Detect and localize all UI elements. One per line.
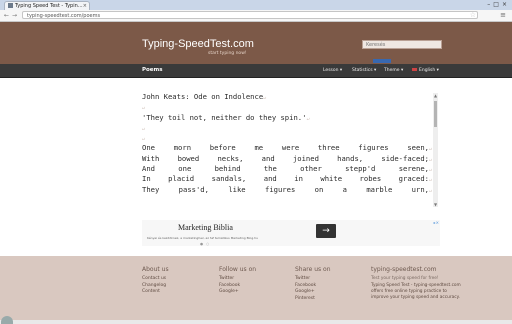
bookmark-star-icon[interactable]: ☆ bbox=[470, 11, 476, 20]
poem-line-text: In placid sandals, and in white robes gr… bbox=[142, 174, 429, 184]
site-header: Typing-SpeedTest.com start typing now! K… bbox=[0, 22, 512, 64]
forward-icon[interactable]: → bbox=[12, 11, 17, 20]
poem-line-text: 'They toil not, neither do they spin.' bbox=[142, 112, 307, 122]
favicon-icon bbox=[8, 3, 13, 8]
poem-line: One morn before me were three figures se… bbox=[142, 143, 432, 153]
footer-site-heading: typing-speedtest.com bbox=[371, 266, 437, 273]
poem-text-area[interactable]: John Keats: Ode on Indolence↵ ↵ 'They toil… bbox=[142, 92, 432, 206]
ad-title[interactable]: Marketing Biblia bbox=[178, 223, 233, 232]
settings-gear-icon[interactable] bbox=[1, 316, 13, 324]
scrollbar-thumb[interactable] bbox=[434, 101, 437, 127]
poem-line-text: With bowed necks, and joined hands, side… bbox=[142, 153, 429, 163]
tab-title: Typing Speed Test - Typin... bbox=[15, 3, 83, 9]
poem-line-text: John Keats: Ode on Indolence bbox=[142, 92, 264, 101]
poem-line: They pass'd, like figures on a marble ur… bbox=[142, 185, 432, 195]
poem-line: In placid sandals, and in white robes gr… bbox=[142, 174, 432, 184]
footer-about-heading: About us bbox=[142, 266, 169, 273]
ad-arrow-button[interactable]: → bbox=[316, 224, 336, 238]
site-footer: About us Contact us Changelog Content Fo… bbox=[0, 256, 512, 320]
footer-follow-heading: Follow us on bbox=[219, 266, 257, 273]
menu-language[interactable]: English ▾ bbox=[412, 64, 439, 77]
line-break-mark-icon: ↵ bbox=[142, 105, 146, 112]
main-navbar: Poems Lesson ▾ Statistics ▾ Theme ▾ Engl… bbox=[0, 64, 512, 78]
address-bar-row: ← → typing-speedtest.com/poems ☆ ≡ bbox=[0, 10, 512, 22]
menu-theme[interactable]: Theme ▾ bbox=[384, 64, 403, 77]
window-controls[interactable]: –□× bbox=[487, 1, 510, 8]
footer-site-description: Typing Speed Test - typing-speedtest.com… bbox=[371, 283, 461, 300]
poem-line: With bowed necks, and joined hands, side… bbox=[142, 154, 432, 164]
browser-menu-icon[interactable]: ≡ bbox=[500, 11, 506, 20]
browser-tab-bar: Typing Speed Test - Typin... × –□× bbox=[0, 0, 512, 11]
footer-follow: Follow us on Twitter Facebook Google+ bbox=[219, 266, 256, 296]
menu-statistics[interactable]: Statistics ▾ bbox=[352, 64, 376, 77]
poem-line: ↵ bbox=[142, 102, 432, 112]
ad-choices-icon[interactable]: ▸× bbox=[434, 220, 439, 225]
line-break-mark-icon: ↵ bbox=[428, 167, 432, 174]
main-content: John Keats: Ode on Indolence↵ ↵ 'They toil… bbox=[0, 78, 512, 256]
line-break-mark-icon: ↵ bbox=[428, 146, 432, 153]
flag-icon bbox=[412, 68, 417, 71]
ad-banner[interactable]: Marketing Biblia Kényei és kezdőknek, a … bbox=[142, 220, 440, 246]
poem-line: ↵ bbox=[142, 133, 432, 143]
section-title: Poems bbox=[142, 67, 163, 73]
poem-line: And one behind the other stepp'd serene,… bbox=[142, 164, 432, 174]
footer-link[interactable]: Contact us bbox=[142, 276, 169, 283]
menu-lesson[interactable]: Lesson ▾ bbox=[323, 64, 342, 77]
scroll-down-icon[interactable]: ▼ bbox=[433, 202, 438, 207]
poem-line: ↵ bbox=[142, 123, 432, 133]
poem-line-text: One morn before me were three figures se… bbox=[142, 143, 429, 153]
url-field[interactable]: typing-speedtest.com/poems bbox=[22, 11, 478, 19]
line-break-mark-icon: ↵ bbox=[428, 187, 432, 194]
poem-line: John Keats: Ode on Indolence↵ bbox=[142, 92, 432, 102]
poem-line-text: And one behind the other stepp'd serene, bbox=[142, 164, 429, 174]
poem-line: 'They toil not, neither do they spin.'↵ bbox=[142, 113, 432, 123]
site-logo[interactable]: Typing-SpeedTest.com bbox=[142, 38, 254, 50]
language-label: English ▾ bbox=[419, 68, 439, 73]
footer-share-heading: Share us on bbox=[295, 266, 331, 273]
line-break-mark-icon: ↵ bbox=[142, 125, 146, 132]
footer-link[interactable]: Content bbox=[142, 289, 169, 296]
line-break-mark-icon: ↵ bbox=[263, 95, 267, 101]
ad-text: Kényei és kezdőknek, a marketinghez, az … bbox=[147, 236, 258, 240]
footer-share: Share us on Twitter Facebook Google+ Pin… bbox=[295, 266, 331, 302]
footer-badge-icon[interactable] bbox=[373, 59, 391, 63]
footer-link[interactable]: Pinterest bbox=[295, 296, 331, 303]
line-break-mark-icon: ↵ bbox=[428, 156, 432, 163]
footer-site-info: typing-speedtest.com Test your typing sp… bbox=[371, 266, 461, 301]
poem-scrollbar[interactable]: ▲ ▼ bbox=[433, 93, 438, 207]
line-break-mark-icon: ↵ bbox=[306, 115, 310, 122]
poem-line-text: They pass'd, like figures on a marble ur… bbox=[142, 184, 429, 194]
ad-pager-dots[interactable]: ● ○ bbox=[200, 242, 210, 246]
scroll-up-icon[interactable]: ▲ bbox=[433, 93, 438, 98]
line-break-mark-icon: ↵ bbox=[142, 136, 146, 143]
site-tagline: start typing now! bbox=[208, 51, 247, 56]
line-break-mark-icon: ↵ bbox=[428, 177, 432, 184]
footer-link[interactable]: Google+ bbox=[219, 289, 256, 296]
back-icon[interactable]: ← bbox=[4, 11, 9, 20]
footer-site-subheading: Test your typing speed for free! bbox=[371, 276, 439, 281]
footer-about: About us Contact us Changelog Content bbox=[142, 266, 169, 296]
search-input[interactable]: Keresés bbox=[362, 40, 442, 49]
